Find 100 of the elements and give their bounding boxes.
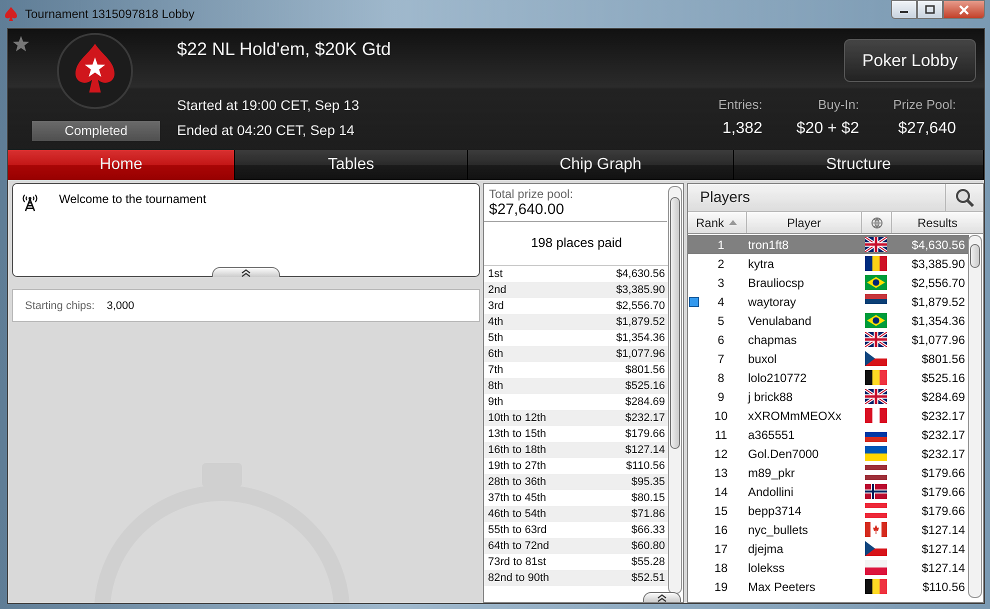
payout-amount: $52.51 bbox=[631, 572, 665, 584]
flag-icon bbox=[865, 237, 887, 252]
column-header[interactable]: Rank bbox=[688, 212, 747, 233]
players-title: Players bbox=[699, 189, 752, 206]
player-row[interactable]: 18 lolekss $127.14 bbox=[688, 558, 969, 577]
payout-place: 6th bbox=[488, 348, 504, 360]
tab[interactable]: Home bbox=[8, 150, 235, 180]
column-header[interactable]: Player bbox=[747, 212, 862, 233]
rank-cell-text: 18 bbox=[713, 560, 729, 574]
result-cell-text: $110.56 bbox=[922, 580, 966, 594]
payout-amount: $1,879.52 bbox=[616, 316, 665, 328]
rank-cell-text: 17 bbox=[713, 542, 729, 556]
payout-place: 5th bbox=[488, 332, 504, 344]
flag-icon bbox=[865, 465, 887, 480]
rank-cell-text: 15 bbox=[713, 504, 729, 518]
end-time: Ended at 04:20 CET, Sep 14 bbox=[177, 122, 356, 138]
player-name: nyc_bullets bbox=[747, 522, 810, 536]
stat-label: Buy-In: bbox=[818, 97, 860, 112]
player-row[interactable]: 2 kytra $3,385.90 bbox=[688, 254, 969, 273]
player-row[interactable]: 3 Brauliocsp $2,556.70 bbox=[688, 273, 969, 292]
player-name: Max Peeters bbox=[747, 580, 816, 594]
payout-place: 73rd to 81st bbox=[488, 556, 546, 568]
player-row[interactable]: 15 bepp3714 $179.66 bbox=[688, 501, 969, 520]
player-name: kytra bbox=[747, 256, 776, 270]
player-row[interactable]: 10 xXROMmMEOXx $232.17 bbox=[688, 406, 969, 425]
payout-amount: $4,630.56 bbox=[616, 268, 665, 280]
flag-icon bbox=[865, 332, 887, 347]
payout-amount: $80.15 bbox=[631, 492, 665, 504]
player-row[interactable]: 11 a365551 $232.17 bbox=[688, 425, 969, 444]
rank-cell-text: 10 bbox=[713, 408, 729, 422]
flag-icon bbox=[865, 446, 887, 461]
result-cell-text: $4,630.56 bbox=[910, 238, 966, 252]
poker-lobby-button[interactable]: Poker Lobby bbox=[844, 39, 976, 82]
player-row[interactable]: 5 Venulaband $1,354.36 bbox=[688, 311, 969, 330]
player-row[interactable]: 16 nyc_bullets $127.14 bbox=[688, 520, 969, 539]
result-cell-text: $284.69 bbox=[920, 390, 966, 404]
player-row[interactable]: 13 m89_pkr $179.66 bbox=[688, 463, 969, 482]
payout-amount: $232.17 bbox=[625, 412, 665, 424]
player-name: Venulaband bbox=[747, 314, 812, 328]
result-cell-text: $525.16 bbox=[920, 370, 966, 384]
column-header[interactable]: Results bbox=[892, 212, 983, 233]
player-row[interactable]: 6 chapmas $1,077.96 bbox=[688, 330, 969, 349]
globe-icon bbox=[870, 216, 882, 228]
payout-amount: $71.86 bbox=[631, 508, 665, 520]
player-row[interactable]: 7 buxol $801.56 bbox=[688, 349, 969, 368]
payout-amount: $1,354.36 bbox=[616, 332, 665, 344]
flag-icon bbox=[865, 522, 887, 537]
start-time: Started at 19:00 CET, Sep 13 bbox=[177, 97, 360, 113]
antenna-icon bbox=[21, 192, 39, 212]
payout-amount: $525.16 bbox=[625, 380, 665, 392]
maximize-icon bbox=[925, 5, 935, 14]
flag-icon bbox=[865, 579, 887, 594]
rank-cell-text: 19 bbox=[713, 580, 729, 594]
tab[interactable]: Structure bbox=[734, 150, 984, 180]
payout-amount: $110.56 bbox=[626, 460, 665, 472]
player-row[interactable]: 14 Andollini $179.66 bbox=[688, 482, 969, 501]
spade-logo-icon bbox=[56, 32, 134, 110]
payout-amount: $801.56 bbox=[625, 364, 665, 376]
player-row[interactable]: 9 j brick88 $284.69 bbox=[688, 387, 969, 406]
collapse-handle[interactable] bbox=[212, 267, 280, 277]
rank-cell-text: 7 bbox=[716, 352, 726, 366]
rank-cell-text: 3 bbox=[716, 276, 726, 290]
player-name: Gol.Den7000 bbox=[747, 446, 820, 460]
stat-label: Prize Pool: bbox=[893, 97, 956, 112]
player-row[interactable]: 4 waytoray $1,879.52 bbox=[688, 292, 969, 311]
payout-place: 16th to 18th bbox=[488, 444, 546, 456]
sort-ascending-icon bbox=[728, 219, 738, 226]
player-row[interactable]: 17 djejma $127.14 bbox=[688, 539, 969, 558]
player-row[interactable]: 8 lolo210772 $525.16 bbox=[688, 368, 969, 387]
player-name: chapmas bbox=[747, 332, 798, 346]
scrollbar[interactable] bbox=[968, 235, 982, 598]
rank-cell-text: 6 bbox=[716, 332, 726, 346]
rank-cell-text: 4 bbox=[716, 294, 726, 308]
payout-place: 3rd bbox=[488, 300, 504, 312]
payout-amount: $95.35 bbox=[631, 476, 665, 488]
scrollbar[interactable] bbox=[668, 186, 682, 594]
star-icon[interactable] bbox=[12, 35, 30, 53]
player-row[interactable]: 1 tron1ft8 $4,630.56 bbox=[688, 235, 969, 254]
player-name: tron1ft8 bbox=[747, 238, 790, 252]
payout-amount: $66.33 bbox=[631, 524, 665, 536]
result-cell-text: $179.66 bbox=[920, 466, 966, 480]
maximize-button[interactable] bbox=[917, 0, 943, 19]
result-cell-text: $232.17 bbox=[920, 428, 966, 442]
tab[interactable]: Chip Graph bbox=[468, 150, 734, 180]
payout-amount: $55.28 bbox=[631, 556, 665, 568]
flag-icon bbox=[865, 541, 887, 556]
player-name: xXROMmMEOXx bbox=[747, 408, 842, 422]
payout-place: 1st bbox=[488, 268, 503, 280]
minimize-button[interactable] bbox=[891, 0, 917, 19]
payout-place: 13th to 15th bbox=[488, 428, 546, 440]
status-badge: Completed bbox=[32, 121, 160, 141]
payout-place: 7th bbox=[488, 364, 504, 376]
result-cell-text: $1,077.96 bbox=[910, 332, 966, 346]
close-button[interactable] bbox=[943, 0, 985, 19]
collapse-handle[interactable] bbox=[643, 592, 681, 602]
player-row[interactable]: 19 Max Peeters $110.56 bbox=[688, 577, 969, 596]
tab[interactable]: Tables bbox=[235, 150, 468, 180]
window-title: Tournament 1315097818 Lobby bbox=[25, 7, 194, 21]
player-row[interactable]: 12 Gol.Den7000 $232.17 bbox=[688, 444, 969, 463]
player-name: lolo210772 bbox=[747, 370, 808, 384]
